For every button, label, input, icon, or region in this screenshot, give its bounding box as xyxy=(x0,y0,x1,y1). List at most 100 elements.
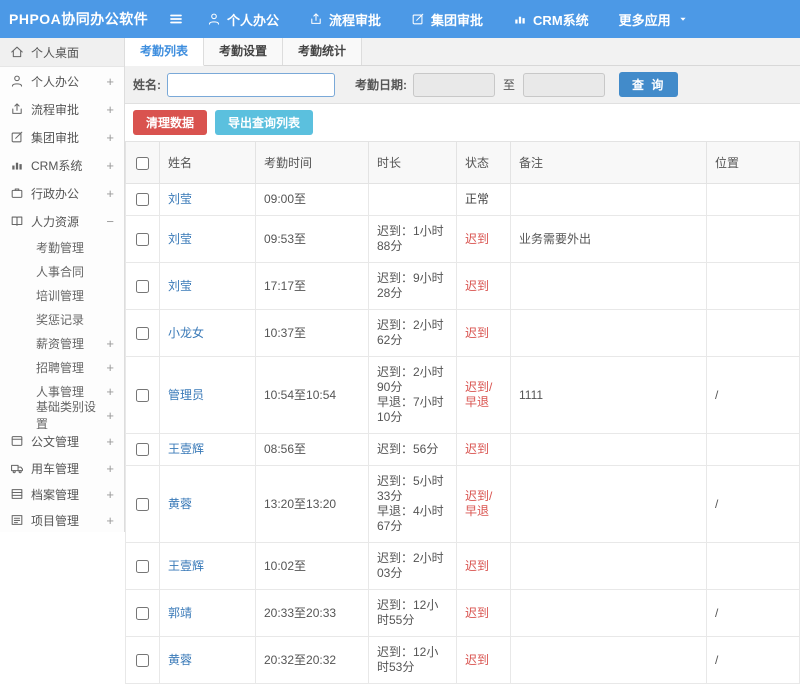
expand-icon[interactable]: + xyxy=(106,514,114,527)
date-to-input[interactable] xyxy=(523,72,606,97)
expand-icon[interactable]: + xyxy=(106,462,114,475)
employee-name-link[interactable]: 刘莹 xyxy=(168,279,192,293)
employee-name-link[interactable]: 王壹辉 xyxy=(168,559,204,573)
topnav-item-2[interactable]: 集团审批 xyxy=(411,10,483,29)
employee-name-link[interactable]: 黄蓉 xyxy=(168,497,192,511)
clean-data-button[interactable]: 清理数据 xyxy=(133,110,208,135)
duration-line: 早退：4小时67分 xyxy=(377,504,444,533)
row-checkbox[interactable] xyxy=(136,388,149,402)
duration-line: 迟到：2小时03分 xyxy=(377,551,444,580)
topnav-item-0[interactable]: 个人办公 xyxy=(207,10,279,29)
sidebar-subitem-7[interactable]: 基础类别设置 + xyxy=(0,400,124,431)
edit-icon xyxy=(411,12,425,26)
employee-name-link[interactable]: 黄蓉 xyxy=(168,653,192,667)
column-header: 状态 xyxy=(456,141,511,184)
sidebar-item-0[interactable]: 个人桌面 xyxy=(0,38,124,67)
sidebar-item-6[interactable]: 人力资源 − xyxy=(0,207,124,235)
home-icon xyxy=(10,45,24,59)
sidebar-item-label: 流程审批 xyxy=(31,102,80,117)
employee-name-link[interactable]: 刘莹 xyxy=(168,192,192,206)
date-from-input[interactable] xyxy=(413,72,495,97)
select-all-checkbox[interactable] xyxy=(136,156,149,170)
briefcase-icon xyxy=(10,186,24,200)
duration-line: 迟到：12小时55分 xyxy=(377,598,439,627)
sidebar-subitem-5[interactable]: 招聘管理 + xyxy=(0,355,124,379)
sidebar-item-9[interactable]: 档案管理 + xyxy=(0,481,124,507)
sidebar-item-label: 集团审批 xyxy=(31,130,80,145)
sidebar-item-label: 公文管理 xyxy=(31,434,80,449)
expand-icon[interactable]: + xyxy=(106,385,114,398)
expand-icon[interactable]: + xyxy=(106,435,114,448)
row-checkbox[interactable] xyxy=(136,606,149,620)
sidebar-item-label: 个人办公 xyxy=(31,74,80,89)
sidebar-subitem-1[interactable]: 人事合同 xyxy=(0,259,124,283)
doc-icon xyxy=(10,434,24,448)
table-row: 刘莹 17:17至 迟到：9小时28分 迟到 xyxy=(125,262,800,310)
expand-icon[interactable]: + xyxy=(106,361,114,374)
row-checkbox[interactable] xyxy=(136,232,149,246)
expand-icon[interactable]: + xyxy=(106,75,114,88)
sidebar-subitem-0[interactable]: 考勤管理 xyxy=(0,235,124,259)
table-row: 王壹辉 10:02至 迟到：2小时03分 迟到 xyxy=(125,542,800,590)
export-list-button[interactable]: 导出查询列表 xyxy=(215,110,314,135)
column-header: 考勤时间 xyxy=(255,141,369,184)
tab-0[interactable]: 考勤列表 xyxy=(125,38,205,66)
row-checkbox[interactable] xyxy=(136,443,149,457)
expand-icon[interactable]: + xyxy=(106,187,114,200)
employee-name-link[interactable]: 王壹辉 xyxy=(168,442,204,456)
topnav-item-1[interactable]: 流程审批 xyxy=(309,10,381,29)
sidebar-item-10[interactable]: 项目管理 + xyxy=(0,507,124,532)
to-label: 至 xyxy=(503,78,516,92)
attendance-time: 20:32至20:32 xyxy=(255,636,369,684)
sidebar-subitem-4[interactable]: 薪资管理 + xyxy=(0,331,124,355)
sidebar-item-2[interactable]: 流程审批 + xyxy=(0,95,124,123)
expand-icon[interactable]: + xyxy=(106,409,114,422)
topnav-item-label: 流程审批 xyxy=(329,12,382,28)
sidebar-subitem-label: 基础类别设置 xyxy=(36,400,97,431)
topnav-item-3[interactable]: CRM系统 xyxy=(513,10,589,29)
employee-name-link[interactable]: 郭靖 xyxy=(168,606,192,620)
tab-2[interactable]: 考勤统计 xyxy=(283,38,363,65)
employee-name-link[interactable]: 管理员 xyxy=(168,388,204,402)
sidebar-item-1[interactable]: 个人办公 + xyxy=(0,67,124,95)
row-checkbox[interactable] xyxy=(136,193,149,207)
row-checkbox[interactable] xyxy=(136,559,149,573)
sidebar-subitem-3[interactable]: 奖惩记录 xyxy=(0,307,124,331)
sidebar-item-4[interactable]: CRM系统 + xyxy=(0,151,124,179)
employee-name-link[interactable]: 刘莹 xyxy=(168,232,192,246)
row-checkbox[interactable] xyxy=(136,497,149,511)
name-input[interactable] xyxy=(167,72,335,97)
topnav: 个人办公 流程审批 集团审批 CRM系统 更多应用 xyxy=(207,10,689,29)
note-cell xyxy=(510,636,707,684)
expand-icon[interactable]: + xyxy=(106,131,114,144)
table-row: 黄蓉 20:32至20:32 迟到：12小时53分 迟到 / xyxy=(125,636,800,684)
duration-cell: 迟到：2小时62分 xyxy=(368,309,457,357)
row-checkbox[interactable] xyxy=(136,326,149,340)
menu-icon[interactable] xyxy=(167,11,185,27)
app-title: PHPOA协同办公软件 xyxy=(9,11,149,27)
sidebar-subitem-2[interactable]: 培训管理 xyxy=(0,283,124,307)
duration-cell: 迟到：1小时88分 xyxy=(368,215,457,263)
topnav-item-4[interactable]: 更多应用 xyxy=(619,10,689,29)
topbar: PHPOA协同办公软件 个人办公 流程审批 集团审批 CRM系统 更多应用 xyxy=(0,0,800,38)
row-checkbox[interactable] xyxy=(136,279,149,293)
row-checkbox[interactable] xyxy=(136,653,149,667)
employee-name-link[interactable]: 小龙女 xyxy=(168,326,204,340)
table-row: 刘莹 09:53至 迟到：1小时88分 迟到 业务需要外出 xyxy=(125,215,800,263)
sidebar: 个人桌面 个人办公 + 流程审批 + 集团审批 + CRM系统 + 行政办公 + 人力资源 − 考勤管理人… xyxy=(0,38,125,532)
collapse-icon[interactable]: − xyxy=(106,215,114,228)
tab-1[interactable]: 考勤设置 xyxy=(204,38,284,65)
expand-icon[interactable]: + xyxy=(106,337,114,350)
list-icon xyxy=(10,513,24,527)
note-cell xyxy=(510,262,707,310)
chart-icon xyxy=(513,12,527,26)
note-cell xyxy=(510,542,707,590)
expand-icon[interactable]: + xyxy=(106,103,114,116)
sidebar-item-5[interactable]: 行政办公 + xyxy=(0,179,124,207)
sidebar-item-3[interactable]: 集团审批 + xyxy=(0,123,124,151)
attendance-time: 20:33至20:33 xyxy=(255,589,369,637)
expand-icon[interactable]: + xyxy=(106,488,114,501)
search-button[interactable]: 查 询 xyxy=(619,72,679,97)
expand-icon[interactable]: + xyxy=(106,159,114,172)
sidebar-item-8[interactable]: 用车管理 + xyxy=(0,455,124,481)
